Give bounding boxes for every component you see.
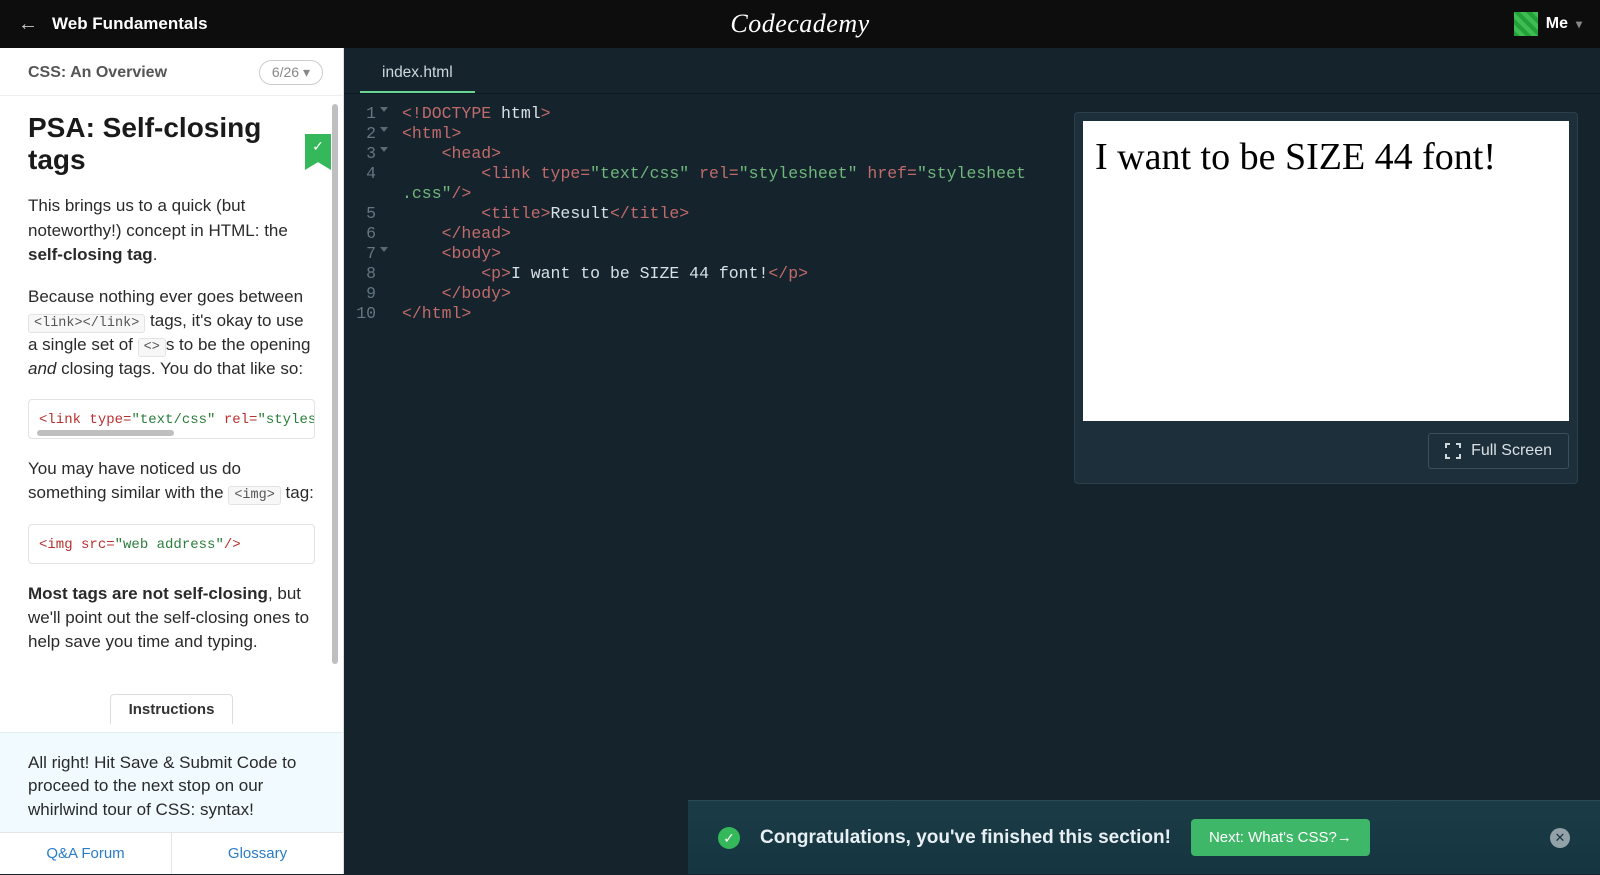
- lesson-title: PSA: Self-closing tags: [28, 112, 315, 176]
- chevron-down-icon: ▾: [1576, 17, 1582, 31]
- lesson-header: CSS: An Overview 6/26 ▾: [0, 48, 343, 96]
- instructions-tab[interactable]: Instructions: [110, 694, 234, 724]
- paragraph: This brings us to a quick (but noteworth…: [28, 194, 315, 266]
- inline-code: <>: [138, 338, 166, 357]
- scrollbar[interactable]: [332, 104, 338, 664]
- preview-text: I want to be SIZE 44 font!: [1095, 135, 1557, 179]
- tab-index-html[interactable]: index.html: [360, 48, 475, 93]
- logo[interactable]: Codecademy: [730, 9, 869, 39]
- success-banner: ✓ Congratulations, you've finished this …: [688, 800, 1600, 874]
- horizontal-scrollbar[interactable]: [37, 430, 174, 436]
- paragraph: Because nothing ever goes between <link>…: [28, 285, 315, 382]
- preview-panel: I want to be SIZE 44 font! Full Screen: [1074, 112, 1578, 484]
- code-example: <img src="web address"/>: [28, 524, 315, 564]
- next-button[interactable]: Next: What's CSS?→: [1191, 819, 1370, 856]
- lesson-sidebar: ✓ CSS: An Overview 6/26 ▾ PSA: Self-clos…: [0, 48, 344, 874]
- sidebar-footer: Q&A Forum Glossary: [0, 832, 343, 874]
- username: Me: [1546, 15, 1568, 33]
- paragraph: Most tags are not self-closing, but we'l…: [28, 582, 315, 654]
- paragraph: You may have noticed us do something sim…: [28, 457, 315, 505]
- editor-tabs: index.html: [344, 48, 1600, 94]
- user-menu[interactable]: Me ▾: [1514, 12, 1582, 36]
- instructions-panel: All right! Hit Save & Submit Code to pro…: [0, 732, 343, 832]
- preview-frame: I want to be SIZE 44 font!: [1083, 121, 1569, 421]
- course-title[interactable]: Web Fundamentals: [52, 14, 208, 34]
- line-gutter: 1 2 3 4 5 6 7 8 9 10: [344, 104, 384, 874]
- inline-code: <img>: [228, 486, 281, 505]
- qa-forum-link[interactable]: Q&A Forum: [0, 833, 172, 874]
- fullscreen-button[interactable]: Full Screen: [1428, 433, 1569, 469]
- fullscreen-icon: [1445, 443, 1461, 459]
- check-icon: ✓: [718, 827, 740, 849]
- lesson-content[interactable]: PSA: Self-closing tags This brings us to…: [0, 96, 343, 732]
- close-icon[interactable]: ✕: [1550, 828, 1570, 848]
- back-arrow-icon[interactable]: ←: [18, 13, 38, 36]
- glossary-link[interactable]: Glossary: [172, 833, 343, 874]
- top-bar: ← Web Fundamentals Codecademy Me ▾: [0, 0, 1600, 48]
- editor-area: index.html 1 2 3 4 5 6 7 8 9 10 <!DOCTYP…: [344, 48, 1600, 874]
- lesson-name: CSS: An Overview: [28, 64, 167, 82]
- inline-code: <link></link>: [28, 314, 145, 333]
- banner-message: Congratulations, you've finished this se…: [760, 827, 1171, 849]
- avatar: [1514, 12, 1538, 36]
- step-selector[interactable]: 6/26 ▾: [259, 60, 323, 85]
- code-example: <link type="text/css" rel="styles: [28, 399, 315, 439]
